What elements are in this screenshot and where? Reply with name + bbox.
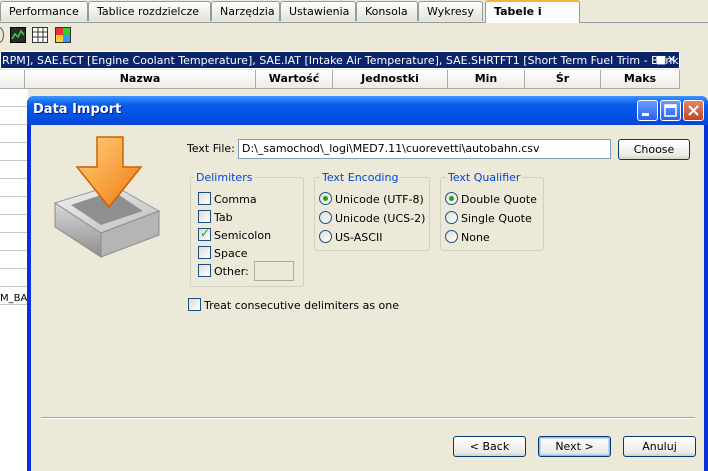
ucs2-radio[interactable]: [319, 211, 332, 224]
table-row[interactable]: [0, 269, 28, 287]
table-row[interactable]: [0, 161, 28, 179]
column-header-min[interactable]: Min: [448, 70, 525, 88]
tab-konsola[interactable]: Konsola: [356, 1, 418, 21]
separator: [41, 417, 695, 419]
semicolon-label: Semicolon: [214, 229, 272, 242]
space-checkbox[interactable]: [198, 246, 211, 259]
single-quote-label: Single Quote: [461, 212, 532, 225]
maximize-panel-icon[interactable]: ■: [656, 52, 666, 68]
minimize-button[interactable]: [637, 100, 658, 121]
space-label: Space: [214, 247, 248, 260]
table-row[interactable]: [0, 251, 28, 269]
tab-wykresy[interactable]: Wykresy: [418, 1, 483, 21]
utf8-radio[interactable]: [319, 192, 332, 205]
column-header-nazwa[interactable]: Nazwa: [25, 70, 256, 88]
heatmap-icon[interactable]: [55, 27, 71, 43]
tab-checkbox[interactable]: [198, 210, 211, 223]
table-row[interactable]: [0, 179, 28, 197]
text-file-input[interactable]: D:\_samochod\_logi\MED7.11\cuorevetti\au…: [238, 139, 611, 159]
comma-checkbox[interactable]: [198, 192, 211, 205]
double-quote-radio[interactable]: [445, 192, 458, 205]
dialog-body: Text File: D:\_samochod\_logi\MED7.11\cu…: [31, 125, 704, 471]
other-label: Other:: [214, 265, 249, 278]
next-button[interactable]: Next >: [538, 436, 611, 457]
table-row[interactable]: [0, 143, 28, 161]
consecutive-delimiters-label: Treat consecutive delimiters as one: [204, 299, 400, 312]
ucs2-label: Unicode (UCS-2): [335, 212, 426, 225]
minimize-icon: [642, 113, 649, 116]
grid-corner: [0, 70, 25, 88]
tab-tablice-rozdzielcze[interactable]: Tablice rozdzielcze: [88, 1, 211, 21]
close-button[interactable]: [683, 100, 704, 121]
double-quote-label: Double Quote: [461, 193, 537, 206]
text-qualifier-group-title: Text Qualifier: [446, 171, 523, 184]
close-panel-icon[interactable]: ✕: [667, 52, 676, 68]
us-ascii-label: US-ASCII: [335, 231, 383, 244]
toolbar: [0, 23, 708, 47]
partial-icon[interactable]: [0, 27, 4, 43]
dialog-title-bar[interactable]: Data Import: [27, 96, 708, 125]
data-import-dialog: Data Import Text File: D:\_samochod\_log…: [27, 96, 708, 471]
column-header-sr[interactable]: Śr: [525, 70, 601, 88]
text-encoding-group-title: Text Encoding: [320, 171, 401, 184]
back-button[interactable]: < Back: [453, 436, 526, 457]
table-row[interactable]: [0, 125, 28, 143]
grid-body: [0, 89, 28, 471]
tab-label: Tab: [214, 211, 233, 224]
table-row[interactable]: [0, 89, 28, 107]
row-name-fragment: M_BA: [0, 293, 28, 304]
chart-icon[interactable]: [10, 27, 26, 43]
consecutive-delimiters-checkbox[interactable]: [188, 298, 201, 311]
none-label: None: [461, 231, 490, 244]
none-radio[interactable]: [445, 230, 458, 243]
column-header-jednostki[interactable]: Jednostki: [333, 70, 448, 88]
tab-bar: Performance Tablice rozdzielcze Narzędzi…: [0, 0, 708, 38]
panel-edge: [680, 47, 708, 97]
column-header-wartosc[interactable]: Wartość: [256, 70, 333, 88]
tab-tabele-i-mapy[interactable]: Tabele i mapy: [485, 0, 580, 38]
table-row[interactable]: [0, 233, 28, 251]
table-row[interactable]: [0, 215, 28, 233]
delimiters-group-title: Delimiters: [194, 171, 255, 184]
tab-ustawienia[interactable]: Ustawienia: [280, 1, 356, 21]
choose-button[interactable]: Choose: [618, 139, 690, 160]
table-row[interactable]: [0, 107, 28, 125]
maximize-button[interactable]: [660, 100, 681, 121]
other-delimiter-input[interactable]: [254, 261, 294, 281]
import-tray-icon: [53, 136, 161, 258]
column-header-maks[interactable]: Maks: [601, 70, 680, 88]
close-icon: [688, 105, 699, 116]
semicolon-checkbox[interactable]: ✓: [198, 226, 211, 241]
cancel-button[interactable]: Anuluj: [623, 436, 696, 457]
other-checkbox[interactable]: [198, 264, 211, 277]
selected-parameters-bar[interactable]: RPM], SAE.ECT [Engine Coolant Temperatur…: [0, 51, 680, 69]
table-icon[interactable]: [32, 27, 48, 43]
utf8-label: Unicode (UTF-8): [335, 193, 424, 206]
text-file-label: Text File:: [187, 142, 235, 155]
single-quote-radio[interactable]: [445, 211, 458, 224]
grid-header: Nazwa Wartość Jednostki Min Śr Maks: [0, 70, 680, 89]
us-ascii-radio[interactable]: [319, 230, 332, 243]
tab-performance[interactable]: Performance: [0, 1, 88, 21]
check-icon: ✓: [200, 226, 211, 240]
comma-label: Comma: [214, 193, 257, 206]
dialog-title: Data Import: [33, 102, 122, 117]
table-row[interactable]: [0, 197, 28, 215]
maximize-icon: [664, 104, 677, 117]
tab-narzedzia[interactable]: Narzędzia: [211, 1, 280, 21]
